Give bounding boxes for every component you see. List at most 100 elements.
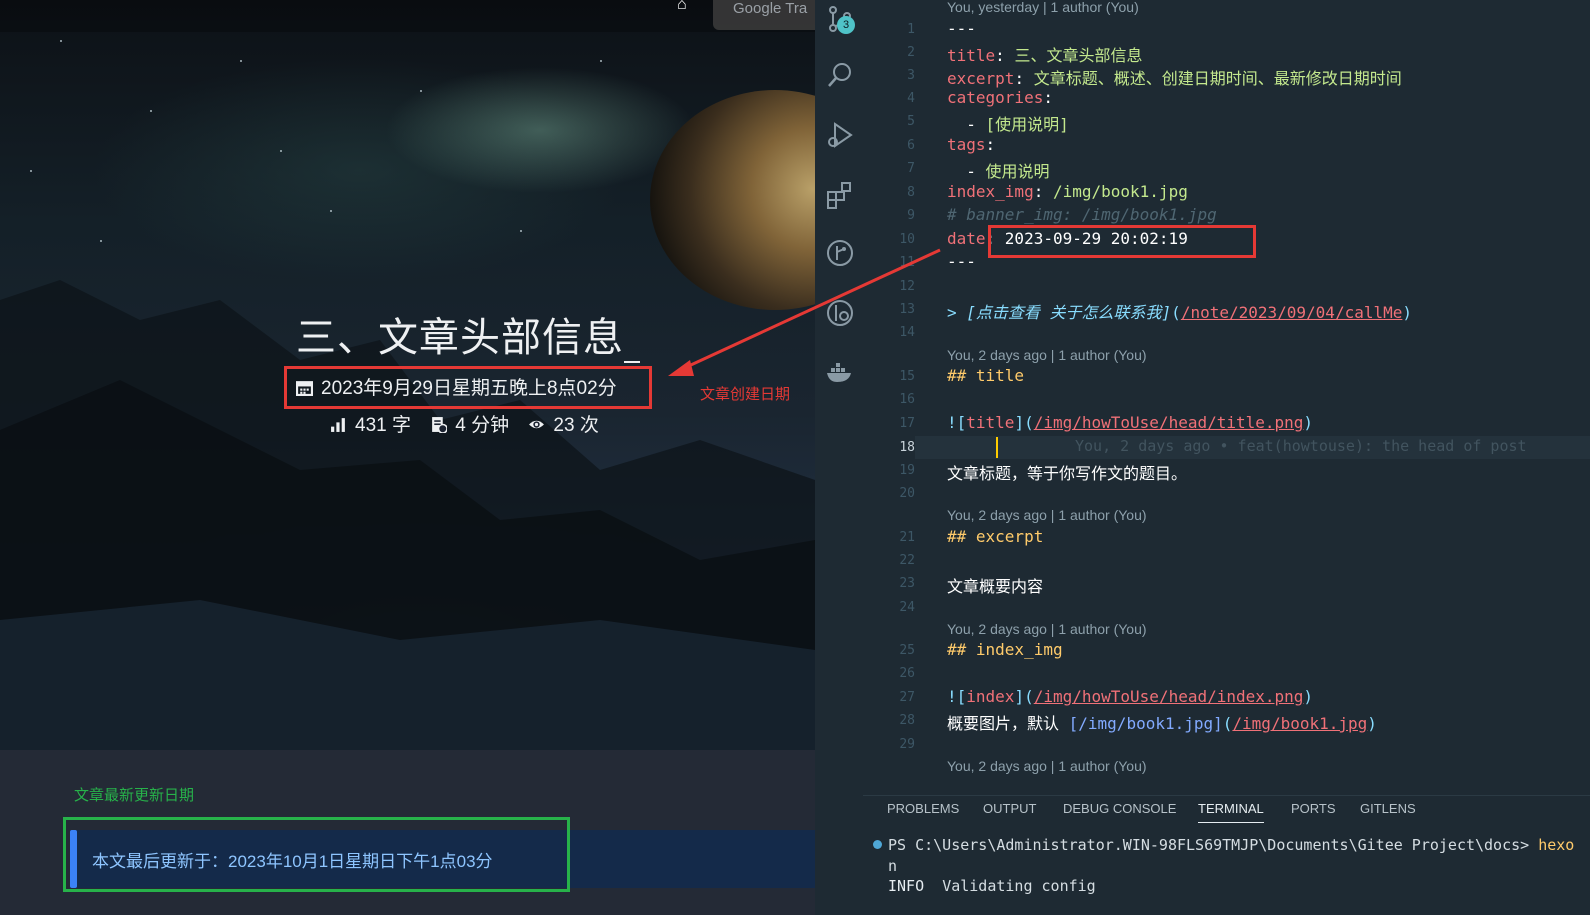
yaml-key: index_img <box>947 182 1034 201</box>
code-line: 1 --- <box>863 18 1590 41</box>
google-translate-tooltip: Google Tra <box>713 0 815 30</box>
codelens-blame[interactable]: You, yesterday | 1 author (You) <box>947 0 1139 15</box>
code-text: 文章标题，等于你写作文的题目。 <box>947 464 1188 483</box>
terminal-wrap-line: n <box>888 857 898 875</box>
vscode-window: 3 You, yesterday | 1 author (You) 1 --- 2… <box>815 0 1590 915</box>
code-line: 14 <box>863 321 1590 344</box>
created-date-text: 2023年9月29日星期五晚上8点02分 <box>321 378 617 399</box>
line-number: 5 <box>907 114 915 129</box>
code-text: title: 三、文章头部信息 <box>947 46 1143 65</box>
terminal-info-label: INFO <box>888 877 925 895</box>
code-text: ![index](/img/howToUse/head/index.png) <box>947 687 1314 706</box>
line-number: 11 <box>899 255 915 270</box>
yaml-value: /img/book1.jpg <box>1052 182 1188 201</box>
code-line: 15 ## title <box>863 365 1590 388</box>
line-number: 17 <box>899 416 915 431</box>
image-alt: title <box>966 413 1015 432</box>
line-number: 8 <box>907 185 915 200</box>
bottom-panel: PROBLEMS OUTPUT DEBUG CONSOLE TERMINAL P… <box>863 795 1590 915</box>
post-title: 三、文章头部信息 <box>296 305 640 363</box>
code-line: 3 excerpt: 文章标题、概述、创建日期时间、最新修改日期时间 <box>863 64 1590 88</box>
git-graph-icon[interactable] <box>825 238 855 268</box>
codelens-blame[interactable]: You, 2 days ago | 1 author (You) <box>947 758 1147 774</box>
tab-terminal[interactable]: TERMINAL <box>1198 801 1264 823</box>
scm-badge: 3 <box>837 16 855 34</box>
word-count-text: 431 字 <box>355 415 411 436</box>
line-number: 13 <box>899 302 915 317</box>
activity-bar: 3 <box>815 0 863 915</box>
image-url[interactable]: /img/howToUse/head/index.png <box>1034 687 1304 706</box>
code-editor[interactable]: You, yesterday | 1 author (You) 1 --- 2 ti… <box>863 0 1590 795</box>
line-number: 29 <box>899 737 915 752</box>
code-line: 16 <box>863 388 1590 411</box>
line-number: 18 <box>899 440 915 455</box>
tab-ports[interactable]: PORTS <box>1291 801 1336 816</box>
home-icon[interactable]: ⌂ <box>677 0 687 14</box>
image-url[interactable]: /img/howToUse/head/title.png <box>1034 413 1304 432</box>
markdown-link-text: [点击查看 关于怎么联系我] <box>966 303 1172 322</box>
code-line: 2 title: 三、文章头部信息 <box>863 41 1590 65</box>
line-number: 12 <box>899 279 915 294</box>
terminal-prompt-line[interactable]: PS C:\Users\Administrator.WIN-98FLS69TMJ… <box>888 836 1574 854</box>
yaml-key: excerpt <box>947 69 1015 88</box>
codelens-blame[interactable]: You, 2 days ago | 1 author (You) <box>947 507 1147 523</box>
code-line: 26 <box>863 662 1590 685</box>
line-number: 2 <box>907 45 915 60</box>
code-text: --- <box>947 252 976 271</box>
code-text: > [点击查看 关于怎么联系我](/note/2023/09/04/callMe… <box>947 303 1413 322</box>
markdown-link-url[interactable]: /note/2023/09/04/callMe <box>1181 303 1403 322</box>
view-count: 23 次 <box>528 415 599 436</box>
top-navbar <box>0 0 815 32</box>
title-underscore <box>624 325 640 363</box>
inline-blame: You, 2 days ago • feat(howtouse): the he… <box>1075 437 1527 455</box>
code-text: 概要图片，默认 [/img/book1.jpg](/img/book1.jpg) <box>947 714 1377 733</box>
line-number: 19 <box>899 463 915 478</box>
extensions-icon[interactable] <box>825 180 855 210</box>
code-line: 24 <box>863 596 1590 619</box>
post-title-text: 三、文章头部信息 <box>296 316 624 360</box>
code-line: 23 文章概要内容 <box>863 572 1590 596</box>
code-line: 4 categories: <box>863 87 1590 110</box>
calendar-icon <box>296 381 313 396</box>
yaml-key: categories <box>947 88 1044 107</box>
read-time-text: 4 分钟 <box>455 415 510 436</box>
line-number: 21 <box>899 530 915 545</box>
markdown-link-url[interactable]: /img/book1.jpg <box>1232 714 1367 733</box>
word-count: 431 字 <box>330 415 411 436</box>
yaml-value: 使用说明 <box>985 162 1050 181</box>
updated-date-highlight-box <box>63 817 570 892</box>
line-number: 4 <box>907 91 915 106</box>
docker-icon[interactable] <box>825 358 855 388</box>
tab-output[interactable]: OUTPUT <box>983 801 1036 816</box>
tab-problems[interactable]: PROBLEMS <box>887 801 959 816</box>
code-line: 6 tags: <box>863 134 1590 157</box>
eye-icon <box>529 420 545 429</box>
tab-gitlens[interactable]: GITLENS <box>1360 801 1416 816</box>
codelens-blame[interactable]: You, 2 days ago | 1 author (You) <box>947 621 1147 637</box>
code-text: ![title](/img/howToUse/head/title.png) <box>947 413 1314 432</box>
line-number: 20 <box>899 486 915 501</box>
line-number: 23 <box>899 576 915 591</box>
code-text: - 使用说明 <box>947 162 1050 181</box>
gitlens-icon[interactable] <box>825 298 855 328</box>
code-line: 7 - 使用说明 <box>863 157 1590 181</box>
code-line: 27 ![index](/img/howToUse/head/index.png) <box>863 686 1590 709</box>
line-number: 16 <box>899 392 915 407</box>
code-line: 22 <box>863 549 1590 572</box>
codelens-blame[interactable]: You, 2 days ago | 1 author (You) <box>947 347 1147 363</box>
yaml-key: date <box>947 229 986 248</box>
code-line: 12 <box>863 275 1590 298</box>
bar-chart-icon <box>331 418 345 432</box>
tab-debug-console[interactable]: DEBUG CONSOLE <box>1063 801 1176 816</box>
terminal-status-dot <box>873 840 882 849</box>
line-number: 28 <box>899 713 915 728</box>
line-number: 15 <box>899 369 915 384</box>
line-number: 1 <box>907 22 915 37</box>
run-debug-icon[interactable] <box>825 120 855 150</box>
code-text: 文章概要内容 <box>947 577 1044 596</box>
markdown-heading: ## title <box>947 366 1025 385</box>
search-icon[interactable] <box>825 60 855 90</box>
code-text: excerpt: 文章标题、概述、创建日期时间、最新修改日期时间 <box>947 69 1402 88</box>
line-number: 22 <box>899 553 915 568</box>
code-text: tags: <box>947 135 996 154</box>
